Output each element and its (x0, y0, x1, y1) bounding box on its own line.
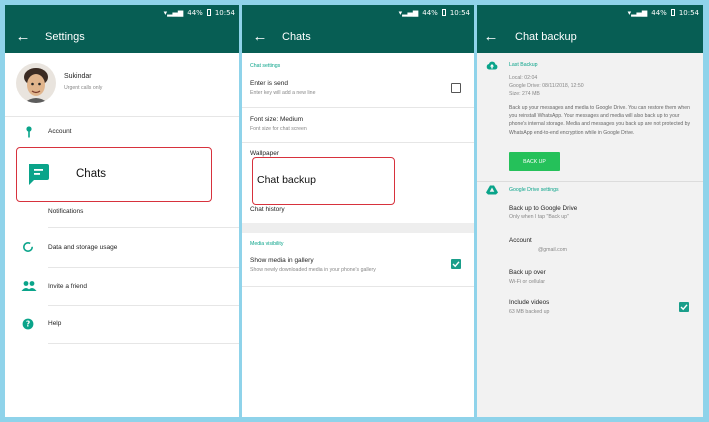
setting-title: Wallpaper (250, 150, 280, 157)
people-icon (21, 280, 37, 292)
battery-icon (441, 9, 446, 16)
include-videos-row[interactable]: Include videos 63 MB backed up (477, 295, 703, 325)
divider (242, 142, 474, 143)
setting-title: Back up over (509, 269, 546, 276)
profile-row[interactable]: Sukindar Urgent calls only (5, 53, 239, 113)
account-row[interactable]: Account @gmail.com (477, 232, 703, 260)
data-usage-icon (22, 241, 34, 253)
profile-status: Urgent calls only (64, 85, 103, 91)
settings-item-label: Help (48, 320, 62, 327)
section-header: Chat settings (250, 63, 281, 69)
back-arrow-icon[interactable]: ← (5, 29, 41, 44)
backup-description: Back up your messages and media to Googl… (509, 105, 691, 136)
chat-icon (26, 162, 50, 186)
clock: 10:54 (678, 8, 699, 17)
chat-backup-row[interactable]: Chat backup (252, 157, 395, 205)
status-bar: ▾▂▄▆ 44% 10:54 (242, 5, 474, 20)
backup-to-drive-row[interactable]: Back up to Google Drive Only when I tap … (477, 201, 703, 229)
divider (5, 116, 239, 117)
signal-icon: ▾▂▄▆ (627, 8, 648, 17)
battery-icon (670, 9, 675, 16)
page-title: Settings (45, 30, 85, 43)
setting-title: Account (509, 237, 532, 244)
settings-item-invite[interactable]: Invite a friend (5, 268, 239, 304)
backup-over-row[interactable]: Back up over Wi-Fi or cellular (477, 265, 703, 293)
gdrive-backup-time: Google Drive: 08/11/2018, 12:50 (509, 83, 584, 89)
show-media-row[interactable]: Show media in gallery Show newly downloa… (242, 253, 474, 283)
divider (48, 343, 239, 344)
back-arrow-icon[interactable]: ← (242, 29, 278, 44)
status-bar: ▾▂▄▆ 44% 10:54 (477, 5, 703, 20)
app-bar: ← Settings (5, 20, 239, 53)
app-bar: ← Chat backup (477, 20, 703, 53)
setting-title: Chat backup (257, 174, 316, 186)
last-backup-heading: Last Backup (509, 62, 538, 68)
settings-item-label: Notifications (48, 208, 84, 215)
local-backup-time: Local: 02:04 (509, 75, 538, 81)
setting-subtitle: Only when I tap "Back up" (509, 214, 569, 220)
setting-title: Chat history (250, 206, 285, 213)
battery-level: 44% (651, 8, 667, 17)
setting-subtitle: Wi-Fi or cellular (509, 279, 546, 285)
settings-item-account[interactable]: Account (5, 118, 239, 146)
signal-icon: ▾▂▄▆ (398, 8, 419, 17)
gdrive-settings-heading: Google Drive settings (509, 187, 559, 193)
setting-subtitle: Enter key will add a new line (250, 90, 316, 96)
settings-item-label: Data and storage usage (48, 244, 118, 251)
app-bar: ← Chats (242, 20, 474, 53)
help-icon: ? (22, 318, 34, 330)
setting-subtitle: @gmail.com (538, 247, 567, 253)
signal-icon: ▾▂▄▆ (163, 8, 184, 17)
svg-text:?: ? (26, 320, 30, 329)
settings-item-label: Invite a friend (48, 283, 88, 290)
divider (477, 181, 703, 182)
section-gap (242, 223, 474, 233)
battery-level: 44% (422, 8, 438, 17)
setting-title: Include videos (509, 299, 550, 306)
settings-item-label: Account (48, 128, 72, 135)
setting-title: Font size: Medium (250, 116, 304, 123)
google-drive-icon (486, 185, 498, 195)
divider (242, 107, 474, 108)
key-icon (23, 126, 35, 138)
chats-screen: ▾▂▄▆ 44% 10:54 ← Chats Chat settings Ent… (242, 5, 474, 417)
back-arrow-icon[interactable]: ← (477, 29, 505, 44)
section-header: Media visibility (250, 241, 284, 247)
show-media-checkbox[interactable] (451, 259, 461, 269)
enter-is-send-checkbox[interactable] (451, 83, 461, 93)
enter-is-send-row[interactable]: Enter is send Enter key will add a new l… (242, 75, 474, 105)
chat-backup-screen: ▾▂▄▆ 44% 10:54 ← Chat backup Last Backup… (477, 5, 703, 417)
battery-level: 44% (187, 8, 203, 17)
setting-subtitle: 63 MB backed up (509, 309, 550, 315)
setting-subtitle: Font size for chat screen (250, 126, 307, 132)
divider (242, 286, 474, 287)
settings-screen: ▾▂▄▆ 44% 10:54 ← Settings Sukindar Urgen… (5, 5, 239, 417)
back-up-button[interactable]: BACK UP (509, 152, 560, 171)
clock: 10:54 (214, 8, 235, 17)
setting-title: Show media in gallery (250, 257, 314, 264)
font-size-row[interactable]: Font size: Medium Font size for chat scr… (242, 109, 474, 141)
chat-history-row[interactable]: Chat history (242, 205, 474, 223)
settings-item-data-storage[interactable]: Data and storage usage (5, 229, 239, 265)
battery-icon (206, 9, 211, 16)
include-videos-checkbox[interactable] (679, 302, 689, 312)
setting-title: Enter is send (250, 80, 288, 87)
settings-item-chats[interactable]: Chats (16, 147, 212, 202)
setting-title: Back up to Google Drive (509, 205, 578, 212)
page-title: Chats (282, 30, 311, 43)
settings-item-notifications[interactable]: Notifications (5, 203, 239, 229)
backup-size: Size: 274 MB (509, 91, 540, 97)
clock: 10:54 (449, 8, 470, 17)
divider (48, 227, 239, 228)
cloud-upload-icon (486, 60, 498, 70)
settings-item-label: Chats (76, 168, 107, 180)
avatar (16, 63, 56, 103)
profile-name: Sukindar (64, 73, 92, 80)
status-bar: ▾▂▄▆ 44% 10:54 (5, 5, 239, 20)
setting-subtitle: Show newly downloaded media in your phon… (250, 267, 376, 273)
settings-item-help[interactable]: ? Help (5, 306, 239, 342)
page-title: Chat backup (515, 30, 577, 43)
